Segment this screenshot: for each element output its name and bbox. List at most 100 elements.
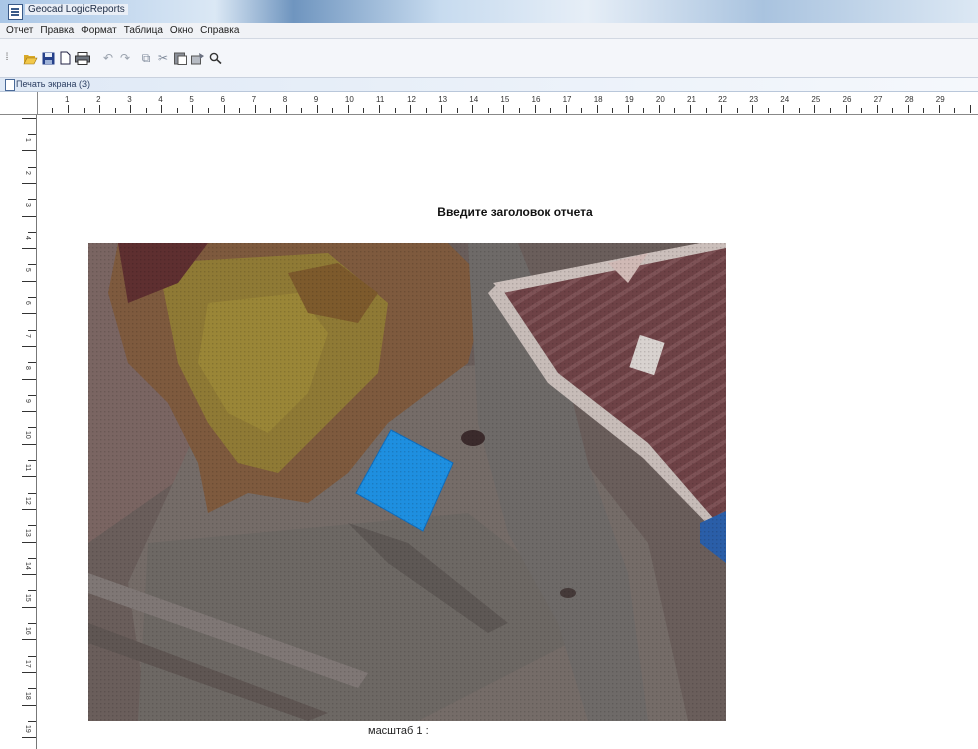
ruler-tick [28,492,36,494]
ruler-tick [301,108,303,113]
ruler-number: 15 [24,594,31,603]
undo-icon[interactable]: ↶ [100,51,116,65]
ruler-number: 14 [24,561,31,570]
ruler-tick [907,105,909,113]
ruler-tick [28,231,36,233]
ruler-number: 12 [407,95,416,104]
ruler-edge [36,114,37,749]
ruler-tick [565,105,567,113]
ruler-tick [596,105,598,113]
ruler-tick [550,108,552,113]
ruler-tick [798,108,800,113]
ruler-tick [954,108,956,113]
ruler-number: 13 [24,529,31,537]
ruler-tick [22,182,36,184]
document-title-bar[interactable]: Печать экрана (3) [0,78,978,92]
menu-format[interactable]: Формат [81,25,117,36]
zoom-icon[interactable] [208,51,224,65]
ruler-tick [22,280,36,282]
ruler-number: 5 [189,95,194,104]
ruler-tick [472,105,474,113]
save-icon[interactable] [40,51,56,65]
ruler-number: 3 [24,203,31,208]
menu-table[interactable]: Таблица [124,25,163,36]
ruler-number: 10 [24,431,31,440]
ruler-tick [487,108,489,113]
ruler-number: 29 [935,95,945,104]
ruler-number: 2 [96,95,101,104]
horizontal-ruler[interactable]: 1 2 3 4 5 6 7 8 9 10 11 12 13 14 15 16 17 18 19 20 21 22 23 24 2… [0,92,978,115]
ruler-tick [379,105,380,113]
ruler-tick [28,525,36,527]
ruler-number: 18 [593,95,603,104]
ruler-number: 7 [24,333,31,338]
ruler-tick [223,105,225,113]
ruler-tick [22,248,36,250]
ruler-tick [28,655,36,657]
format-icon[interactable] [190,51,206,65]
ruler-tick [28,720,36,722]
ruler-tick [52,108,54,113]
ruler-tick [22,411,36,413]
ruler-tick [22,606,36,608]
ruler-number: 1 [65,95,70,104]
document-icon [5,79,15,91]
ruler-tick [518,108,520,113]
menu-help[interactable]: Справка [200,25,239,36]
scale-label[interactable]: масштаб 1 : [368,725,429,737]
ruler-number: 1 [24,138,31,142]
ruler-number: 5 [24,268,31,273]
ruler-tick [22,508,36,510]
menu-report[interactable]: Отчет [6,25,33,36]
ruler-tick [969,105,971,113]
ruler-tick [721,105,723,113]
ruler-tick [22,378,36,380]
ruler-tick [22,704,36,706]
ruler-tick [394,108,396,113]
cut-icon[interactable]: ✂ [155,51,171,65]
window-title: Geocad LogicReports [25,4,128,15]
new-document-icon[interactable] [57,51,73,65]
ruler-tick [28,166,36,168]
ruler-tick [316,105,318,113]
ruler-tick [22,215,36,217]
toolbar-grip-icon[interactable]: ⁞ [4,51,10,65]
ruler-tick [114,108,116,113]
paste-icon[interactable] [172,51,188,65]
ruler-number: 19 [624,95,634,104]
ruler-number: 17 [562,95,572,104]
ruler-tick [28,394,36,396]
window-title-bar[interactable]: Geocad LogicReports [0,0,978,23]
print-icon[interactable] [74,51,90,65]
menu-edit[interactable]: Правка [40,25,74,36]
ruler-number: 2 [24,170,31,175]
vertical-ruler[interactable]: 1 2 3 4 5 6 7 8 9 10 11 12 13 14 15 16 17 18 19 [0,114,36,749]
ruler-tick [28,688,36,690]
redo-icon[interactable]: ↷ [117,51,133,65]
ruler-tick [332,108,334,113]
ruler-tick [581,108,583,113]
ruler-tick [22,639,36,641]
ruler-tick [22,443,36,445]
menu-window[interactable]: Окно [170,25,193,36]
ruler-tick [22,476,36,478]
ruler-tick [285,105,287,113]
ruler-number: 9 [24,398,31,403]
ruler-tick [28,297,36,298]
document-window-title: Печать экрана (3) [16,79,90,89]
menu-bar: Отчет Правка Формат Таблица Окно Справка [0,23,978,39]
ruler-tick [767,108,769,113]
copy-icon[interactable]: ⧉ [138,51,154,65]
ruler-tick [207,108,209,113]
ruler-tick [829,108,831,113]
report-title[interactable]: Введите заголовок отчета [370,205,660,219]
ruler-tick [441,105,443,113]
open-icon[interactable] [22,51,38,65]
ruler-tick [28,134,36,135]
ruler-number: 14 [469,95,479,104]
ruler-tick [28,362,36,364]
ruler-number: 13 [438,95,448,104]
ruler-corner [0,92,38,115]
ruler-tick [938,105,940,113]
ruler-tick [22,313,36,315]
